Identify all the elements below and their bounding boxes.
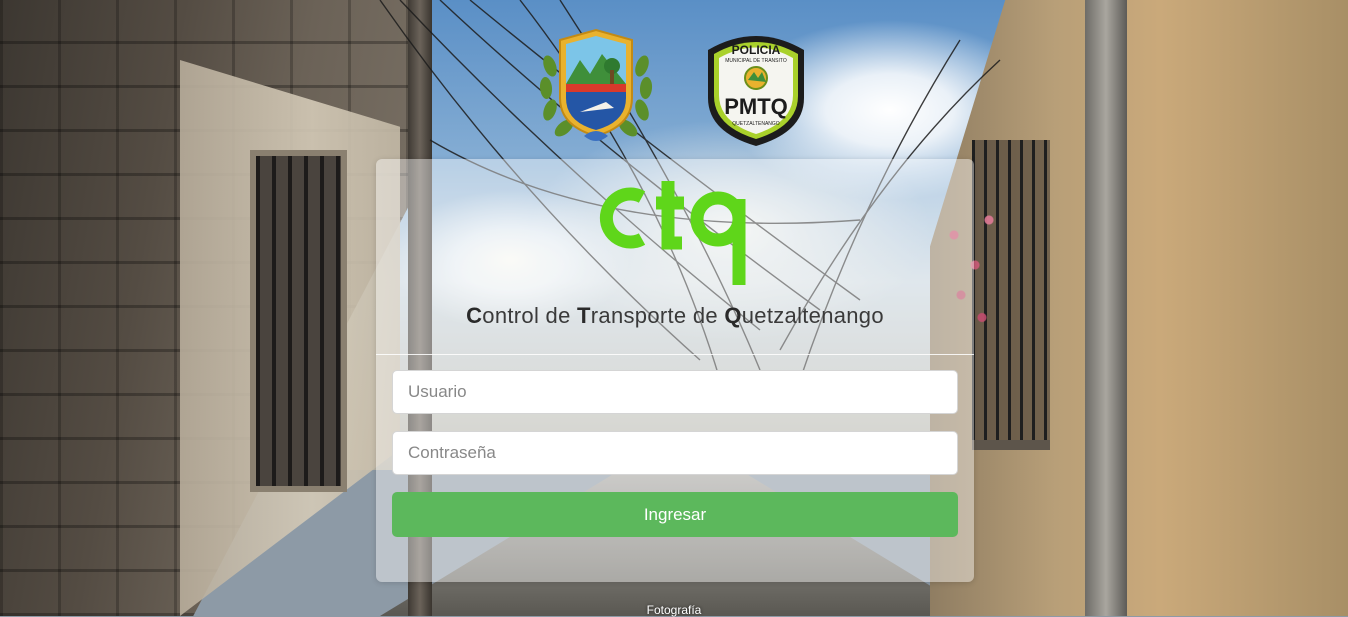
title-rest-1: ontrol de: [482, 303, 578, 328]
municipality-crest-logo: [539, 28, 653, 141]
photo-credit: Fotografía: [646, 603, 702, 617]
police-top-text: POLICIA: [732, 43, 781, 57]
pmtq-police-badge-logo: POLICIA MUNICIPAL DE TRANSITO PMTQ QUETZ…: [708, 36, 804, 146]
title-initial-2: T: [577, 303, 591, 328]
title-rest-2: ransporte de: [590, 303, 725, 328]
password-input[interactable]: [392, 431, 958, 475]
username-input[interactable]: [392, 370, 958, 414]
login-button[interactable]: Ingresar: [392, 492, 958, 537]
app-title: Control de Transporte de Quetzaltenango: [376, 303, 974, 329]
divider: [376, 354, 974, 355]
title-initial-3: Q: [724, 303, 742, 328]
ctq-brand-logo: ctq: [598, 181, 746, 285]
title-initial-1: C: [466, 303, 483, 328]
brand-text: ctq: [598, 181, 600, 182]
police-sub-text: MUNICIPAL DE TRANSITO: [725, 58, 787, 64]
police-bottom-text: QUETZALTENANGO: [732, 121, 780, 127]
login-panel: ctq Control de Transporte de Quetzaltena…: [376, 159, 974, 582]
police-main-text: PMTQ: [724, 94, 788, 119]
title-rest-3: uetzaltenango: [741, 303, 884, 328]
